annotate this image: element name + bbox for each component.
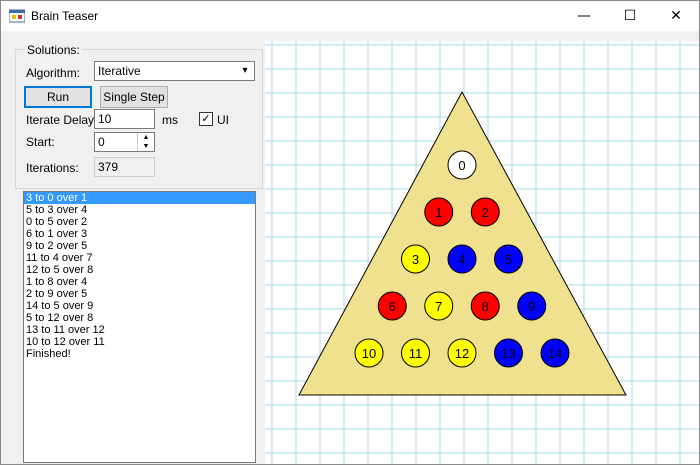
- list-item[interactable]: 5 to 12 over 8: [24, 312, 255, 324]
- chevron-down-icon: ▾: [242, 65, 248, 76]
- peg-label: 12: [455, 346, 469, 361]
- iterate-delay-label: Iterate Delay:: [26, 113, 98, 127]
- stepper-buttons[interactable]: ▲ ▼: [137, 133, 154, 151]
- start-label: Start:: [26, 135, 55, 149]
- list-item[interactable]: 0 to 5 over 2: [24, 216, 255, 228]
- list-item[interactable]: 10 to 12 over 11: [24, 336, 255, 348]
- iterate-delay-input[interactable]: 10: [94, 109, 155, 129]
- list-item[interactable]: 2 to 9 over 5: [24, 288, 255, 300]
- peg-label: 8: [482, 299, 489, 314]
- peg-label: 11: [409, 346, 423, 361]
- start-value: 0: [98, 135, 105, 149]
- app-window: Brain Teaser — ☐ ✕ Solutions: Algorithm:…: [0, 0, 700, 465]
- list-item[interactable]: 9 to 2 over 5: [24, 240, 255, 252]
- moves-listbox[interactable]: 3 to 0 over 15 to 3 over 40 to 5 over 26…: [23, 191, 256, 463]
- peg-label: 2: [482, 205, 489, 220]
- title-bar[interactable]: Brain Teaser — ☐ ✕: [1, 1, 699, 31]
- board-canvas[interactable]: 01 23 4 56 7 8 910 11 12 13 14: [265, 41, 699, 464]
- app-window-icon: [9, 9, 25, 23]
- peg-label: 6: [389, 299, 396, 314]
- list-item[interactable]: 6 to 1 over 3: [24, 228, 255, 240]
- peg-label: 9: [528, 299, 535, 314]
- list-item[interactable]: 1 to 8 over 4: [24, 276, 255, 288]
- run-button[interactable]: Run: [24, 86, 92, 108]
- maximize-button[interactable]: ☐: [607, 1, 653, 31]
- stepper-down-icon[interactable]: ▼: [138, 142, 154, 151]
- list-item[interactable]: Finished!: [24, 348, 255, 360]
- peg-label: 0: [458, 158, 465, 173]
- controls-panel: Solutions: Algorithm: Iterative ▾ Run Si…: [1, 31, 263, 464]
- algorithm-value: Iterative: [98, 64, 141, 78]
- iterations-label: Iterations:: [26, 161, 79, 175]
- algorithm-label: Algorithm:: [26, 66, 81, 80]
- minimize-button[interactable]: —: [561, 1, 607, 31]
- solutions-group-label: Solutions:: [25, 43, 82, 57]
- peg-label: 5: [505, 252, 512, 267]
- ui-checkbox[interactable]: ✓: [199, 112, 213, 126]
- peg-label: 13: [501, 346, 515, 361]
- peg-label: 4: [458, 252, 465, 267]
- list-item[interactable]: 14 to 5 over 9: [24, 300, 255, 312]
- peg-label: 1: [435, 205, 442, 220]
- window-title: Brain Teaser: [31, 9, 99, 23]
- start-stepper[interactable]: 0 ▲ ▼: [94, 132, 155, 152]
- list-item[interactable]: 11 to 4 over 7: [24, 252, 255, 264]
- ui-label: UI: [217, 113, 229, 127]
- algorithm-dropdown[interactable]: Iterative ▾: [94, 61, 255, 81]
- peg-label: 14: [548, 346, 562, 361]
- iterate-delay-unit: ms: [162, 113, 178, 127]
- list-item[interactable]: 13 to 11 over 12: [24, 324, 255, 336]
- close-button[interactable]: ✕: [653, 1, 699, 31]
- stepper-up-icon[interactable]: ▲: [138, 133, 154, 142]
- peg-label: 3: [412, 252, 419, 267]
- single-step-button[interactable]: Single Step: [100, 86, 168, 108]
- list-item[interactable]: 12 to 5 over 8: [24, 264, 255, 276]
- check-icon: ✓: [201, 113, 211, 125]
- list-item[interactable]: 3 to 0 over 1: [24, 192, 255, 204]
- peg-label: 7: [435, 299, 442, 314]
- peg-label: 10: [362, 346, 376, 361]
- iterations-value: 379: [94, 157, 155, 177]
- list-item[interactable]: 5 to 3 over 4: [24, 204, 255, 216]
